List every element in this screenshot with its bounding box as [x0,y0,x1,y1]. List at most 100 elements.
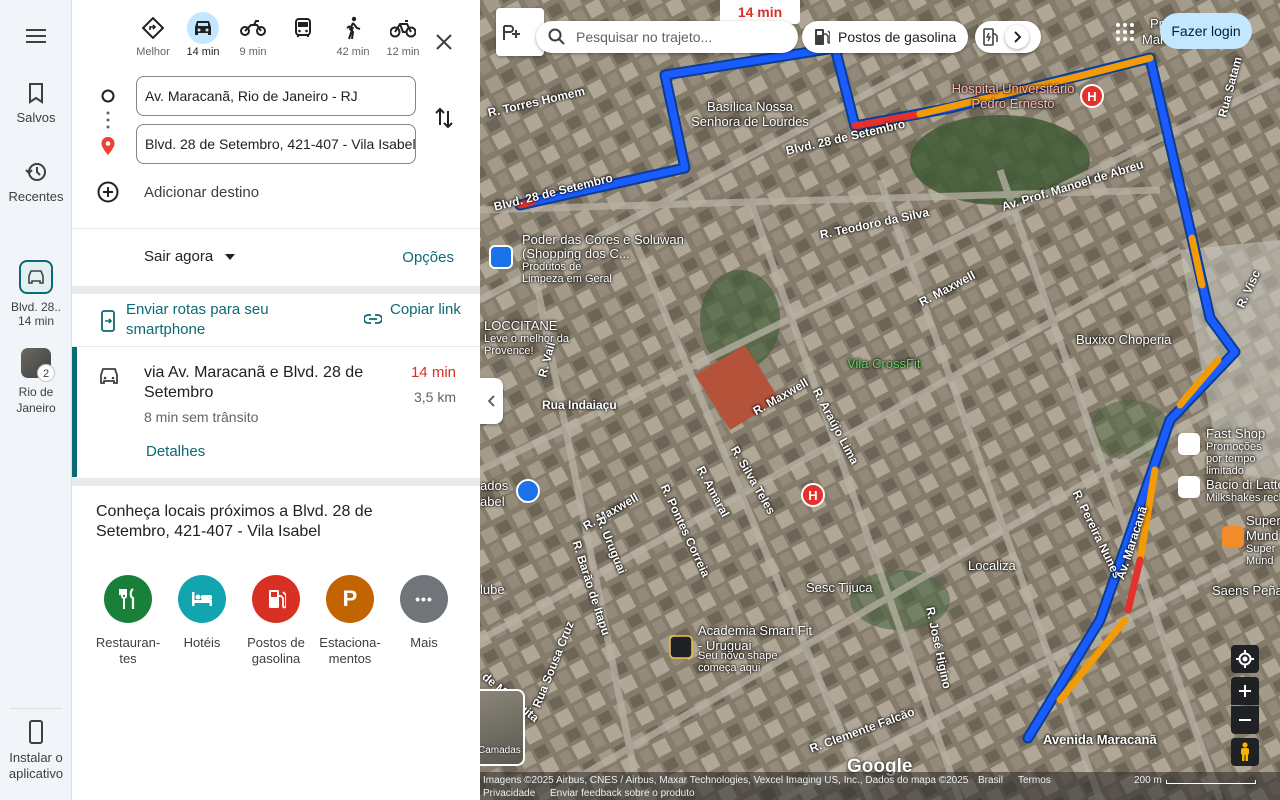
copy-link-button[interactable]: Copiar link [390,300,470,320]
chip-label: Postos de gasolina [838,29,957,45]
install-label: Instalar o aplicativo [8,750,64,781]
search-placeholder: Pesquisar no trajeto... [576,29,713,45]
place-sub-label: Promoções por tempo limitado [1206,441,1262,477]
route-distance: 3,5 km [413,389,456,405]
route-thumbnail [19,260,53,294]
category-label: Estaciona-mentos [319,635,381,666]
link-icon [364,314,382,324]
collapse-panel-button[interactable] [480,378,503,424]
mode-label: 9 min [239,46,267,58]
place-label: Bacio di Latte [1206,477,1280,492]
country-link[interactable]: Brasil [978,775,1003,786]
divider [72,228,480,229]
place-label: LOCCITANE [484,318,558,333]
dropdown-arrow-icon [225,254,236,261]
phone-icon [29,720,43,744]
place-label: Saens Peña [1212,583,1280,598]
close-icon[interactable] [432,30,456,54]
recent-button[interactable]: Recentes [0,161,72,204]
origin-input[interactable]: Av. Maracanã, Rio de Janeiro - RJ [136,76,416,116]
place-label: Fast Shop [1206,426,1266,441]
category-gas-stations[interactable]: Postos de gasolina [240,575,312,667]
recent-item-rio[interactable]: 2 Rio de Janeiro [0,348,72,416]
route-traffic-note: 8 min sem trânsito [144,409,259,425]
recent-item-route[interactable]: Blvd. 28.. 14 min [0,260,72,328]
map-canvas[interactable]: H H R. Torres Homem Blvd. 28 de Setembro… [480,0,1280,800]
menu-icon [26,29,46,43]
privacy-link[interactable]: Privacidade [483,788,535,799]
category-more[interactable]: ••• Mais [388,575,460,651]
place-label: ados [480,478,509,493]
layers-button[interactable]: Camadas [480,689,525,766]
place-label: Vila CrossFit [847,356,921,371]
rio-thumbnail: 2 [21,348,55,382]
car-icon [28,270,44,284]
details-button[interactable]: Detalhes [146,443,205,460]
chip-ev-charging[interactable] [975,21,1041,53]
place-label: abel [480,494,505,509]
travel-modes: Melhor 14 min 9 min 42 min 12 min [72,12,480,68]
pegman-icon [1241,742,1249,761]
apps-grid-icon[interactable] [1115,22,1135,42]
place-label: Super Mund [1246,513,1280,543]
swap-icon[interactable] [432,106,456,130]
mode-bike[interactable]: 12 min [379,12,427,58]
add-destination-icon[interactable] [97,181,119,203]
send-to-phone-button[interactable]: Enviar rotas para seu smartphone [126,300,326,340]
parking-icon: P [326,575,374,623]
options-button[interactable]: Opções [402,249,454,266]
login-button[interactable]: Fazer login [1160,13,1252,49]
zoom-in-button[interactable] [1231,677,1259,705]
route-search-input[interactable]: Pesquisar no trajeto... [536,21,798,53]
nearby-title: Conheça locais próximos a Blvd. 28 de Se… [96,503,373,540]
mode-best[interactable]: Melhor [129,12,177,58]
depart-now-dropdown[interactable]: Sair agora [144,248,236,265]
chips-next-button[interactable] [1005,25,1029,49]
place-label: Sesc Tijuca [806,580,873,595]
place-label: Localiza [968,558,1016,573]
map-footer: Imagens ©2025 Airbus, CNES / Airbus, Max… [480,772,1280,800]
install-app-button[interactable]: Instalar o aplicativo [0,720,72,782]
recent-count-badge: 2 [37,364,55,382]
selected-route-indicator [72,347,77,477]
add-destination-button[interactable]: Adicionar destino [144,184,259,201]
mode-motorcycle[interactable]: 9 min [229,12,277,58]
mode-walk[interactable]: 42 min [329,12,377,58]
mode-transit[interactable] [279,12,327,46]
saved-label: Salvos [16,110,56,125]
bus-icon [295,18,311,37]
feedback-link[interactable]: Enviar feedback sobre o produto [550,788,695,799]
saved-button[interactable]: Salvos [0,82,72,125]
recent-item-label: Rio de Janeiro [16,385,56,415]
category-hotels[interactable]: Hotéis [166,575,238,651]
send-to-phone-icon [101,310,115,332]
category-parking[interactable]: P Estaciona-mentos [314,575,386,667]
directions-overlay-icon [503,25,520,40]
directions-panel: Melhor 14 min 9 min 42 min 12 min Av. Ma… [72,0,480,800]
recent-item-sub: 14 min [17,314,55,328]
terms-link[interactable]: Termos [1018,775,1051,786]
more-icon: ••• [400,575,448,623]
destination-input[interactable]: Blvd. 28 de Setembro, 421-407 - Vila Isa… [136,124,416,164]
route-option[interactable]: via Av. Maracanã e Blvd. 28 de Setembro … [72,347,480,477]
my-location-button[interactable] [1231,645,1259,673]
fork-knife-icon [119,588,135,609]
place-sub-label: Produtos de Limpeza em Geral [522,261,612,285]
route-dots-icon [106,111,110,129]
mode-car[interactable]: 14 min [179,12,227,58]
depart-label: Sair agora [144,248,214,265]
menu-button[interactable] [0,26,72,52]
plus-icon [1239,685,1251,697]
origin-dot-icon [101,89,115,103]
chip-gas-stations[interactable]: Postos de gasolina [802,21,969,53]
place-label: Avenida Maracanã [1043,732,1157,747]
gas-pump-icon [269,590,286,609]
place-sub-label: Leve o melhor da Provence! [484,333,569,357]
street-label: Rua Indaiaçu [542,398,617,412]
mode-label: 12 min [386,46,420,58]
zoom-out-button[interactable] [1231,706,1259,734]
category-restaurants[interactable]: Restauran-tes [92,575,164,667]
mode-label: 14 min [186,46,220,58]
street-view-pegman[interactable] [1231,738,1259,766]
route-title: via Av. Maracanã e Blvd. 28 de Setembro [144,364,364,401]
